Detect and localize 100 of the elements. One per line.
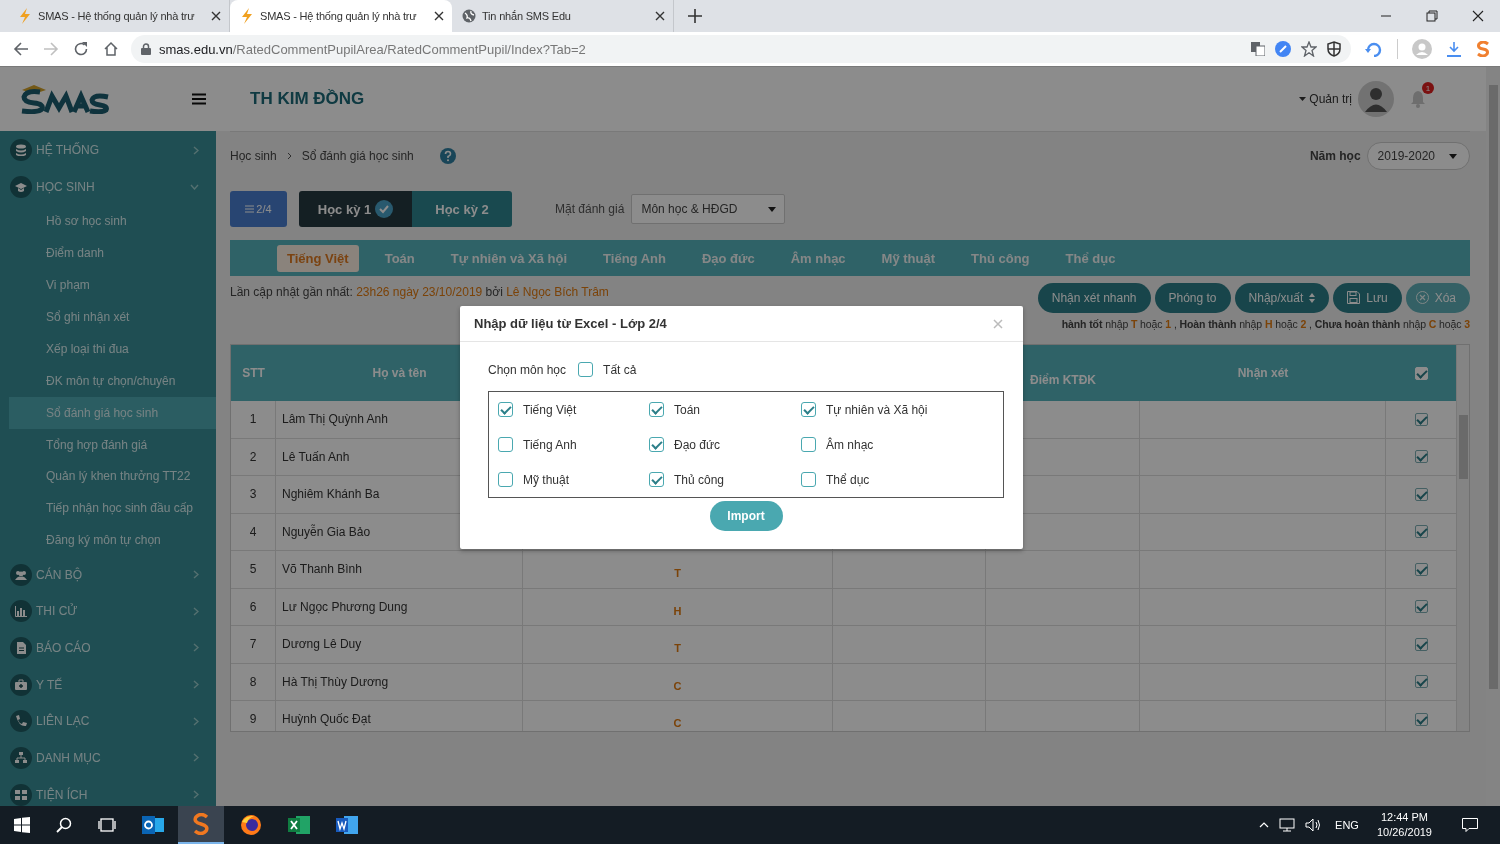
restore-icon[interactable] [1426, 10, 1438, 22]
submenu-item[interactable]: Xếp loại thi đua [9, 332, 216, 365]
subject-tab[interactable]: Đạo đức [691, 244, 765, 272]
close-icon[interactable] [434, 11, 444, 21]
menu-item[interactable]: HỆ THỐNG [0, 132, 216, 169]
subject-tab[interactable]: Thể dục [1055, 244, 1126, 272]
caret-icon [1449, 153, 1457, 159]
home-icon[interactable] [103, 41, 119, 57]
subject-tab[interactable]: Âm nhạc [780, 244, 856, 272]
star-icon[interactable] [1301, 41, 1317, 57]
submenu-item[interactable]: Sổ đánh giá học sinh [9, 396, 216, 429]
subject-tab[interactable]: Tự nhiên và Xã hội [440, 244, 578, 272]
menu-item[interactable]: CÁN BỘ [0, 556, 216, 593]
row-checkbox[interactable] [1414, 412, 1428, 426]
subject-tab[interactable]: Toán [374, 244, 425, 272]
row-checkbox[interactable] [1414, 487, 1428, 501]
select-all-checkbox[interactable] [1414, 366, 1428, 380]
check-circle-icon [375, 200, 394, 218]
help-icon[interactable] [439, 148, 456, 164]
sort-caret-icon [1309, 292, 1316, 303]
table-cell: 7 [231, 626, 276, 663]
menu-item[interactable]: DANH MỤC [0, 739, 216, 777]
browser-tab[interactable]: SMAS - Hệ thống quản lý nhà trư [230, 0, 452, 32]
shield-icon[interactable] [1327, 41, 1341, 57]
blocked-icon[interactable] [1275, 41, 1291, 57]
chevron-up-icon[interactable] [1259, 822, 1270, 828]
submenu-item[interactable]: Quản lý khen thưởng TT22 [9, 460, 216, 493]
submenu-item[interactable]: Điểm danh [9, 237, 216, 270]
menu-item[interactable]: BÁO CÁO [0, 629, 216, 667]
user-menu[interactable]: Quản trị [1299, 92, 1352, 106]
reload-icon[interactable] [73, 41, 89, 57]
tab-title: Tin nhắn SMS Edu [482, 10, 572, 22]
browser-globe-icon[interactable] [240, 814, 262, 836]
submenu-item[interactable]: Hồ sơ học sinh [9, 205, 216, 238]
row-checkbox[interactable] [1414, 525, 1428, 539]
spreadsheet-app-icon[interactable] [288, 815, 310, 835]
sync-icon[interactable] [1365, 41, 1383, 57]
select-all-checkbox[interactable]: Tất cả [578, 362, 637, 377]
bell-icon[interactable] [1410, 90, 1426, 108]
s-logo-icon [192, 813, 210, 835]
submenu-item[interactable]: Vi phạm [9, 269, 216, 302]
menu-item[interactable]: LIÊN LẠC [0, 702, 216, 740]
year-select[interactable]: 2019-2020 [1366, 142, 1470, 170]
import-button[interactable]: Import [709, 501, 783, 531]
notification-icon[interactable] [1462, 818, 1478, 832]
row-checkbox[interactable] [1414, 600, 1428, 614]
action-button[interactable]: Phóng to [1154, 282, 1231, 313]
avatar-icon[interactable] [1358, 81, 1394, 117]
clock[interactable]: 12:44 PM 10/26/2019 [1376, 810, 1432, 840]
field-label: Chọn môn học [488, 362, 567, 377]
search-icon[interactable] [56, 817, 72, 833]
grade-value: H [673, 604, 682, 617]
close-icon[interactable] [1472, 10, 1484, 22]
school-name: TH KIM ĐỒNG [250, 89, 365, 109]
row-checkbox[interactable] [1414, 712, 1428, 726]
breadcrumb-link[interactable]: Sổ đánh giá học sinh [301, 149, 414, 163]
row-checkbox[interactable] [1414, 637, 1428, 651]
scrollbar[interactable] [1456, 345, 1469, 731]
submenu-item[interactable]: ĐK môn tự chọn/chuyên [9, 364, 216, 397]
action-button[interactable]: Lưu [1333, 282, 1402, 313]
breadcrumb-link[interactable]: Học sinh [230, 149, 277, 163]
document-app-icon[interactable] [336, 815, 358, 835]
subject-tab[interactable]: Tiếng Anh [593, 244, 676, 272]
s-logo-icon[interactable] [1476, 41, 1490, 57]
action-button[interactable]: Nhập/xuất [1234, 282, 1330, 313]
grade-value: T [674, 642, 681, 655]
task-view-icon[interactable] [98, 817, 116, 833]
back-icon[interactable] [13, 41, 29, 57]
row-checkbox[interactable] [1414, 562, 1428, 576]
windows-icon[interactable] [14, 817, 30, 833]
row-checkbox[interactable] [1414, 450, 1428, 464]
address-bar[interactable]: smas.edu.vn/RatedCommentPupilArea/RatedCommentPupil/Index?Tab=2 [131, 35, 1351, 63]
taskbar-app[interactable] [178, 806, 224, 844]
network-icon[interactable] [1279, 818, 1296, 832]
subject-tab[interactable]: Mỹ thuật [871, 244, 946, 272]
subject-tab[interactable]: Thủ công [961, 244, 1040, 272]
semester-tab[interactable]: Học kỳ 1 [299, 191, 412, 227]
submenu-item[interactable]: Tiếp nhận học sinh đầu cấp [9, 492, 216, 525]
action-button[interactable]: Nhận xét nhanh [1037, 282, 1151, 313]
language-indicator[interactable]: ENG [1335, 819, 1359, 831]
download-icon[interactable] [1446, 41, 1462, 57]
subject-tab[interactable]: Tiếng Việt [277, 244, 359, 272]
submenu-item[interactable]: Tổng hợp đánh giá [9, 428, 216, 461]
close-icon[interactable] [211, 11, 221, 21]
row-checkbox[interactable] [1414, 675, 1428, 689]
new-tab-icon[interactable] [688, 9, 702, 23]
aspect-select[interactable]: Môn học & HĐGD [631, 194, 786, 224]
submenu-item[interactable]: Đăng ký môn tự chọn [9, 524, 216, 557]
mail-app-icon[interactable] [142, 815, 164, 835]
volume-icon[interactable] [1305, 818, 1322, 832]
menu-icon[interactable] [192, 93, 206, 105]
class-button[interactable]: 2/4 [230, 191, 287, 227]
menu-item[interactable]: THI CỬ [0, 592, 216, 630]
submenu-item[interactable]: Sổ ghi nhận xét [9, 301, 216, 333]
semester-tab[interactable]: Học kỳ 2 [412, 191, 512, 227]
menu-item[interactable]: Y TẾ [0, 666, 216, 703]
close-icon[interactable] [655, 11, 665, 21]
translate-icon[interactable] [1251, 42, 1265, 56]
menu-item[interactable]: HỌC SINH [0, 168, 216, 206]
column-header: Điểm KTĐK [1030, 373, 1096, 387]
